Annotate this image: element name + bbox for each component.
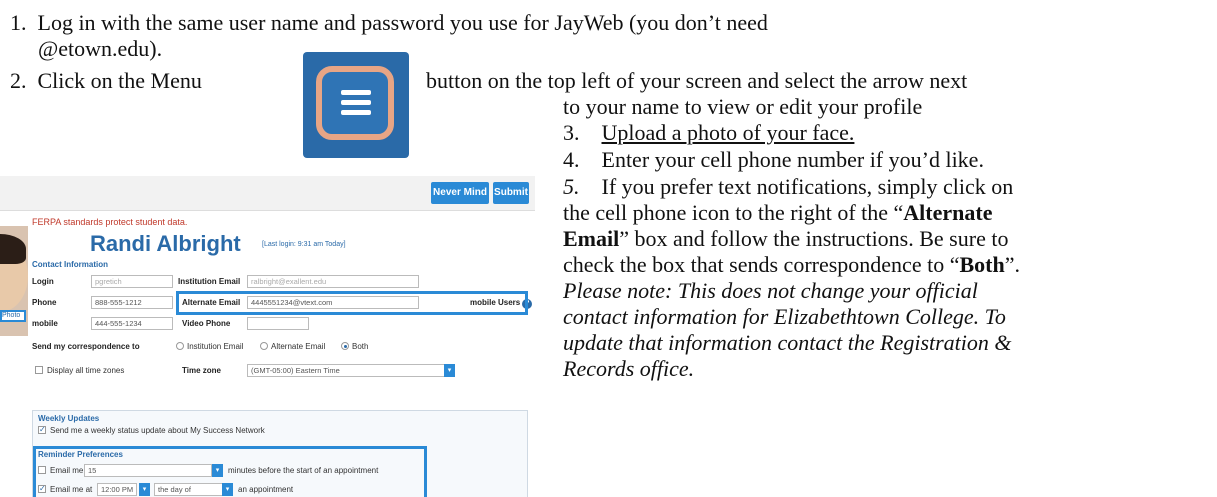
step-5-line-2: the cell phone icon to the right of the … bbox=[563, 200, 993, 225]
step-1: 1. Log in with the same user name and pa… bbox=[10, 10, 768, 36]
step-2-text-after: button on the top left of your screen an… bbox=[426, 68, 968, 93]
step-number: 1. bbox=[10, 10, 27, 35]
step-1-continued: @etown.edu). bbox=[38, 36, 163, 61]
step-number: 2. bbox=[10, 68, 27, 93]
step-5-line-3: Email” box and follow the instructions. … bbox=[563, 226, 1009, 251]
step-2: 2. Click on the Menu bbox=[10, 68, 202, 94]
radio-institution-label: Institution Email bbox=[187, 342, 244, 351]
note-line-3: update that information contact the Regi… bbox=[563, 330, 1012, 355]
step-number: 4. bbox=[563, 147, 580, 172]
step-3: 3. Upload a photo of your face. bbox=[563, 120, 854, 146]
mobile-field[interactable]: 444-555-1234 bbox=[91, 317, 173, 330]
display-all-timezones-checkbox[interactable] bbox=[35, 366, 43, 374]
step-text: Enter your cell phone number if you’d li… bbox=[601, 147, 984, 172]
profile-screenshot: Never Mind Submit FERPA standards protec… bbox=[0, 176, 535, 497]
last-login: [Last login: 9:31 am Today] bbox=[262, 241, 346, 248]
never-mind-button[interactable]: Never Mind bbox=[431, 182, 489, 204]
photo-link[interactable]: Photo bbox=[0, 310, 26, 322]
radio-both-label: Both bbox=[352, 342, 369, 351]
radio-institution-email[interactable] bbox=[176, 342, 184, 350]
step-5: 5. If you prefer text notifications, sim… bbox=[563, 174, 1013, 200]
chevron-down-icon[interactable]: ▾ bbox=[444, 364, 455, 377]
login-label: Login bbox=[32, 277, 54, 286]
step-text: If you prefer text notifications, simply… bbox=[601, 174, 1014, 199]
step-number: 5. bbox=[563, 174, 580, 199]
weekly-update-checkbox[interactable]: ✓ bbox=[38, 426, 46, 434]
menu-icon bbox=[316, 66, 394, 140]
login-field[interactable]: pgretich bbox=[91, 275, 173, 288]
step-text: Log in with the same user name and passw… bbox=[37, 10, 768, 35]
correspondence-label: Send my correspondence to bbox=[32, 342, 140, 351]
highlight-alternate-email bbox=[176, 291, 528, 315]
highlight-reminder-preferences bbox=[33, 446, 427, 497]
institution-email-field[interactable]: ralbright@exallent.edu bbox=[247, 275, 419, 288]
time-zone-select[interactable]: (GMT-05:00) Eastern Time bbox=[247, 364, 455, 377]
step-number: 3. bbox=[563, 120, 580, 145]
radio-alternate-email[interactable] bbox=[260, 342, 268, 350]
phone-field[interactable]: 888-555-1212 bbox=[91, 296, 173, 309]
note-line-1: Please note: This does not change your o… bbox=[563, 278, 978, 303]
phone-label: Phone bbox=[32, 298, 57, 307]
ferpa-notice: FERPA standards protect student data. bbox=[32, 217, 188, 227]
weekly-updates-header: Weekly Updates bbox=[38, 414, 100, 423]
step-text: Upload a photo of your face. bbox=[601, 120, 855, 145]
contact-info-header: Contact Information bbox=[32, 260, 108, 269]
profile-name: Randi Albright bbox=[90, 231, 241, 256]
video-phone-field[interactable] bbox=[247, 317, 309, 330]
submit-button[interactable]: Submit bbox=[493, 182, 529, 204]
step-4: 4. Enter your cell phone number if you’d… bbox=[563, 147, 984, 173]
step-text: Click on the Menu bbox=[37, 68, 202, 93]
time-zone-label: Time zone bbox=[182, 366, 221, 375]
radio-both[interactable] bbox=[341, 342, 349, 350]
display-all-timezones-label: Display all time zones bbox=[47, 366, 125, 375]
instructions-document: 1. Log in with the same user name and pa… bbox=[0, 0, 1217, 497]
video-phone-label: Video Phone bbox=[182, 319, 231, 328]
note-line-2: contact information for Elizabethtown Co… bbox=[563, 304, 1006, 329]
step-5-line-4: check the box that sends correspondence … bbox=[563, 252, 1020, 277]
step-2-continued: to your name to view or edit your profil… bbox=[563, 94, 923, 119]
radio-alternate-label: Alternate Email bbox=[271, 342, 326, 351]
mobile-label: mobile bbox=[32, 319, 58, 328]
menu-button-image bbox=[303, 52, 409, 158]
note-line-4: Records office. bbox=[563, 356, 695, 381]
weekly-update-label: Send me a weekly status update about My … bbox=[50, 426, 265, 435]
institution-email-label: Institution Email bbox=[178, 277, 241, 286]
